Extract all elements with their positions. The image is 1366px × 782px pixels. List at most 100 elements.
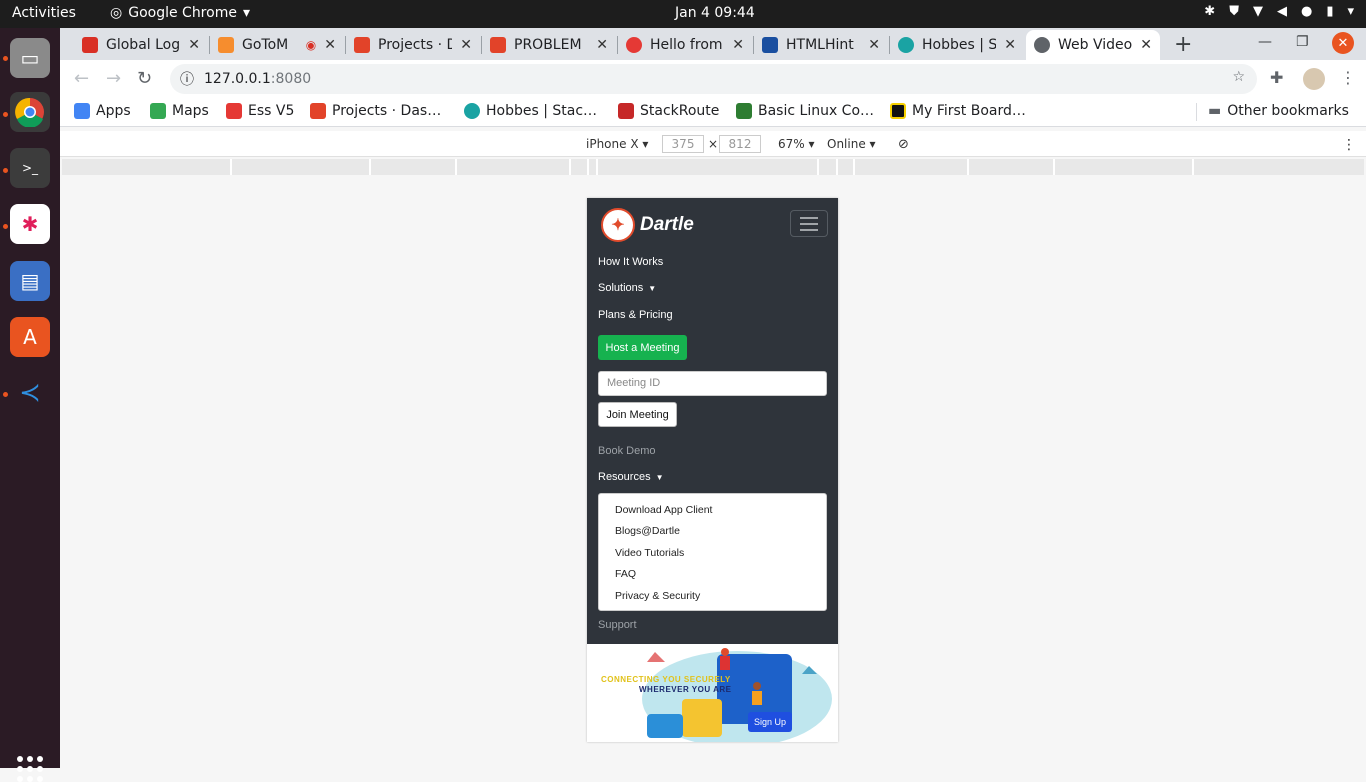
reload-icon[interactable]: ↻ [137, 68, 152, 89]
dropdown-item-privacy[interactable]: Privacy & Security [615, 590, 700, 602]
tab-problem[interactable]: PROBLEM ✕ [482, 30, 616, 60]
dropdown-item-video-tutorials[interactable]: Video Tutorials [615, 547, 684, 559]
bookmark-apps[interactable]: Apps [74, 103, 131, 119]
dropdown-item-download[interactable]: Download App Client [615, 504, 712, 516]
device-select[interactable]: iPhone X ▾ [586, 137, 648, 151]
nav-how-it-works[interactable]: How It Works [598, 256, 663, 268]
tab-web-video[interactable]: Web Video ✕ [1026, 30, 1160, 60]
host-meeting-button[interactable]: Host a Meeting [598, 335, 687, 360]
bookmark-essv5[interactable]: Ess V5 [226, 103, 294, 119]
gmail-icon [82, 37, 98, 53]
slack-tray-icon[interactable]: ✱ [1204, 4, 1215, 19]
bookmark-star-icon[interactable]: ☆ [1232, 69, 1245, 85]
caret-down-icon: ▼ [648, 283, 657, 293]
close-tab-icon[interactable]: ✕ [732, 37, 744, 53]
minimize-icon[interactable]: — [1258, 34, 1272, 50]
microphone-icon[interactable]: ● [1301, 4, 1312, 19]
software-center-icon[interactable]: A [10, 317, 50, 357]
close-tab-icon[interactable]: ✕ [188, 37, 200, 53]
rotate-icon[interactable]: ⊘ [898, 137, 909, 152]
brand[interactable]: ✦ Dartle [601, 208, 694, 242]
window-close-icon[interactable]: ✕ [1332, 32, 1354, 54]
gotomeeting-icon [218, 37, 234, 53]
clock[interactable]: Jan 4 09:44 [675, 5, 755, 21]
hobbes-icon [898, 37, 914, 53]
profile-avatar[interactable] [1303, 68, 1325, 90]
tab-title: Hello from [650, 37, 723, 53]
power-menu-icon[interactable]: ▾ [1347, 4, 1354, 19]
back-icon[interactable]: ← [74, 68, 89, 89]
hero-tagline-2: WHEREVER YOU ARE [639, 685, 732, 694]
running-indicator [3, 168, 8, 173]
device-height-input[interactable]: 812 [719, 135, 761, 153]
nav-plans-pricing[interactable]: Plans & Pricing [598, 309, 673, 321]
show-applications-icon[interactable] [17, 756, 43, 782]
terminal-icon[interactable]: >_ [10, 148, 50, 188]
dropdown-item-blogs[interactable]: Blogs@Dartle [615, 525, 680, 537]
meeting-id-input[interactable]: Meeting ID [598, 371, 827, 396]
system-tray[interactable]: ✱ ⛊ ▼ ◀ ● ▮ ▾ [1204, 4, 1354, 19]
info-icon[interactable]: ⓘ [180, 69, 194, 89]
close-tab-icon[interactable]: ✕ [324, 37, 336, 53]
navbar: ✦ Dartle How It Works Solutions ▼ Plans &… [587, 198, 838, 644]
caret-down-icon: ▼ [655, 472, 664, 482]
new-tab-icon[interactable]: + [1174, 32, 1192, 57]
maps-icon [150, 103, 166, 119]
stackroute-icon [618, 103, 634, 119]
nav-resources[interactable]: Resources ▼ [598, 471, 664, 483]
close-tab-icon[interactable]: ✕ [1140, 37, 1152, 53]
network-throttle-select[interactable]: Online ▾ [827, 137, 876, 151]
nav-solutions[interactable]: Solutions ▼ [598, 282, 656, 294]
close-tab-icon[interactable]: ✕ [596, 37, 608, 53]
zoom-select[interactable]: 67% ▾ [778, 137, 815, 151]
adp-icon [226, 103, 242, 119]
media-query-bar[interactable] [62, 159, 1364, 175]
maximize-icon[interactable]: ❐ [1296, 34, 1309, 50]
shield-icon[interactable]: ⛊ [1229, 4, 1239, 19]
resources-dropdown: Download App Client Blogs@Dartle Video T… [598, 493, 827, 611]
device-toolbar: iPhone X ▾ 375 × 812 67% ▾ Online ▾ ⊘ ⋮ [60, 131, 1366, 157]
close-tab-icon[interactable]: ✕ [868, 37, 880, 53]
tab-projects[interactable]: Projects · D ✕ [346, 30, 480, 60]
navbar-toggler-icon[interactable] [790, 210, 828, 237]
more-menu-icon[interactable]: ⋮ [1340, 68, 1356, 87]
vscode-icon[interactable]: ≺ [10, 373, 50, 413]
app-icon [626, 37, 642, 53]
device-width-input[interactable]: 375 [662, 135, 704, 153]
chrome-icon[interactable] [10, 92, 50, 132]
dropdown-item-faq[interactable]: FAQ [615, 568, 636, 580]
forward-icon[interactable]: → [106, 68, 121, 89]
nav-support[interactable]: Support [598, 619, 637, 631]
sign-up-button[interactable]: Sign Up [748, 712, 792, 732]
tab-global-log[interactable]: Global Log ✕ [74, 30, 208, 60]
tab-hobbes[interactable]: Hobbes | S ✕ [890, 30, 1024, 60]
app-menu[interactable]: ◎ Google Chrome ▾ [110, 5, 250, 21]
close-tab-icon[interactable]: ✕ [460, 37, 472, 53]
other-bookmarks[interactable]: ▬ Other bookmarks [1208, 103, 1349, 119]
bookmark-stackroute[interactable]: StackRoute [618, 103, 719, 119]
bookmark-board[interactable]: My First Board… [890, 103, 1026, 119]
files-icon[interactable]: ▭ [10, 38, 50, 78]
bookmark-maps[interactable]: Maps [150, 103, 209, 119]
volume-icon[interactable]: ◀ [1277, 4, 1287, 19]
folder-icon: ▬ [1208, 103, 1222, 119]
bookmark-linux[interactable]: Basic Linux Co… [736, 103, 874, 119]
address-bar[interactable]: ⓘ 127.0.0.1:8080 ☆ [170, 64, 1257, 94]
battery-icon[interactable]: ▮ [1326, 4, 1333, 19]
wifi-icon[interactable]: ▼ [1253, 4, 1263, 19]
devtools-more-icon[interactable]: ⋮ [1342, 137, 1356, 153]
close-tab-icon[interactable]: ✕ [1004, 37, 1016, 53]
tab-gotomeeting[interactable]: GoToM ◉ ✕ [210, 30, 344, 60]
document-viewer-icon[interactable]: ▤ [10, 261, 50, 301]
bookmark-hobbes[interactable]: Hobbes | Stac… [464, 103, 597, 119]
join-meeting-button[interactable]: Join Meeting [598, 402, 677, 427]
tab-htmlhint[interactable]: HTMLHint ✕ [754, 30, 888, 60]
nav-book-demo[interactable]: Book Demo [598, 445, 655, 457]
tab-hello[interactable]: Hello from ✕ [618, 30, 752, 60]
slack-icon[interactable]: ✱ [10, 204, 50, 244]
extensions-icon[interactable]: ✚ [1270, 68, 1283, 87]
tab-title: PROBLEM [514, 37, 582, 53]
activities-button[interactable]: Activities [12, 5, 76, 21]
bookmark-projects[interactable]: Projects · Das… [310, 103, 441, 119]
htmlhint-icon [762, 37, 778, 53]
